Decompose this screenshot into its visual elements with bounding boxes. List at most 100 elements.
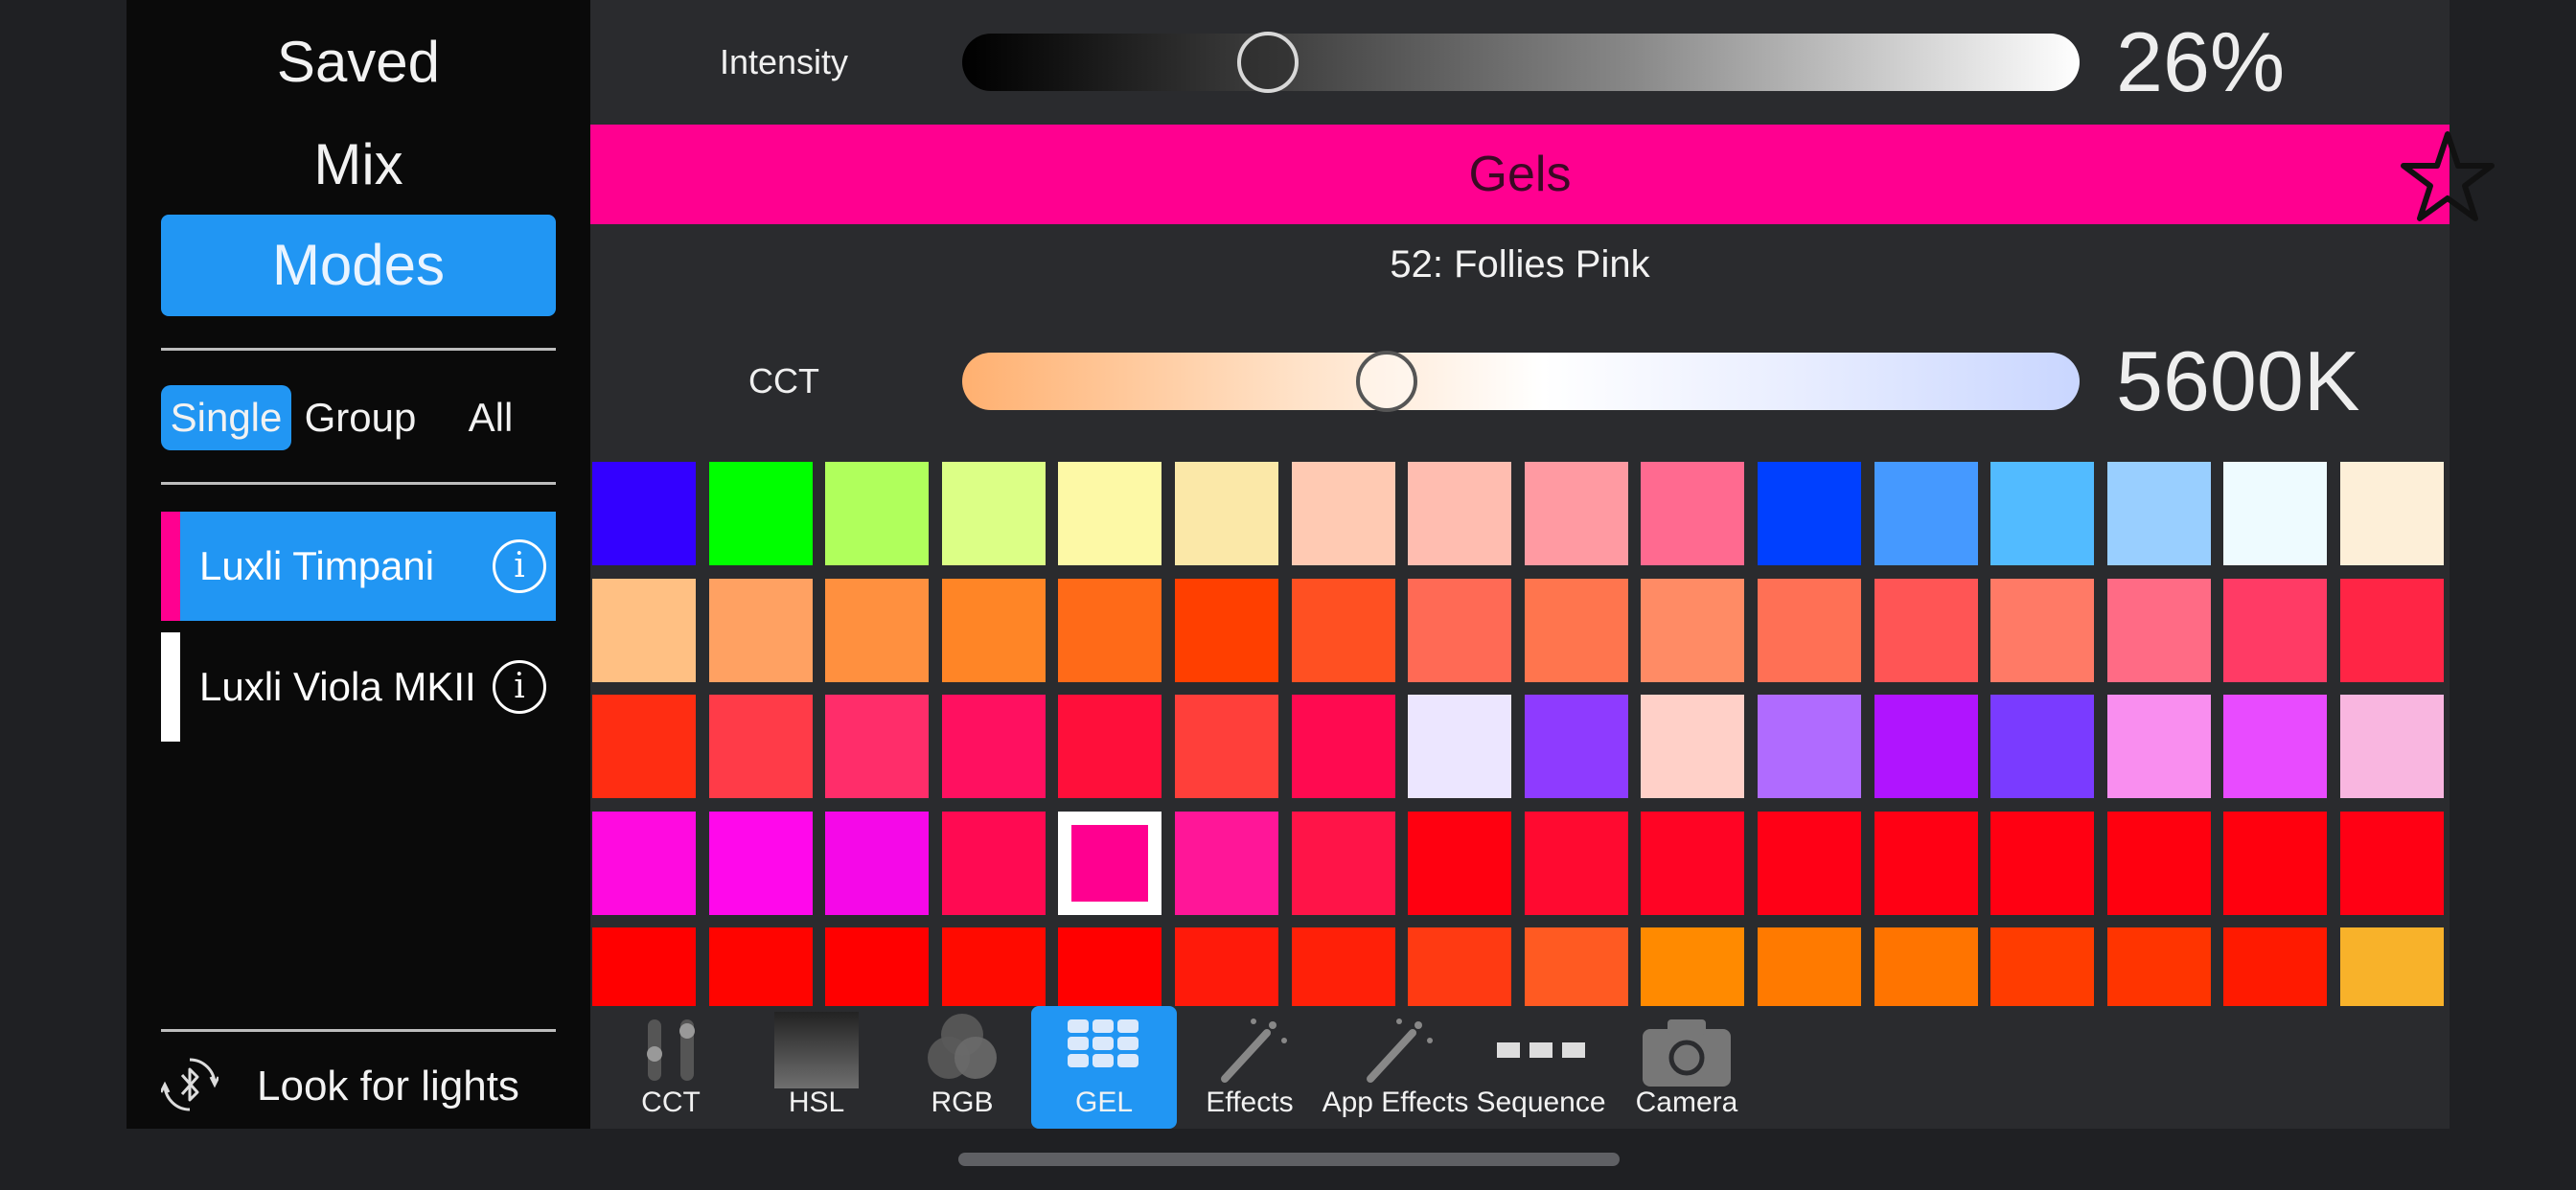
gel-swatch[interactable]: [2107, 579, 2211, 682]
gel-swatch[interactable]: [825, 579, 929, 682]
star-outline-icon[interactable]: [2400, 130, 2496, 222]
gel-swatch[interactable]: [942, 927, 1046, 1006]
gel-swatch[interactable]: [942, 462, 1046, 565]
light-item-luxli-timpani[interactable]: Luxli Timpani i: [161, 512, 556, 621]
gel-swatch[interactable]: [825, 695, 929, 798]
gel-swatch[interactable]: [2223, 579, 2327, 682]
gel-swatch[interactable]: [1990, 462, 2094, 565]
gel-swatch[interactable]: [1408, 695, 1511, 798]
cct-slider[interactable]: [962, 351, 2080, 412]
gel-swatch[interactable]: [2340, 927, 2444, 1006]
tool-app-effects[interactable]: App Effects: [1322, 1006, 1468, 1129]
gel-swatch[interactable]: [1292, 462, 1395, 565]
gel-swatch[interactable]: [825, 462, 929, 565]
gel-swatch-selected[interactable]: [1058, 812, 1162, 915]
gel-swatch[interactable]: [1874, 812, 1978, 915]
gel-swatch[interactable]: [709, 927, 813, 1006]
gel-swatch[interactable]: [1525, 927, 1628, 1006]
gel-swatch[interactable]: [1525, 579, 1628, 682]
gel-swatch[interactable]: [592, 812, 696, 915]
gel-swatch[interactable]: [709, 812, 813, 915]
gel-swatch[interactable]: [942, 695, 1046, 798]
gel-swatch[interactable]: [1058, 579, 1162, 682]
nav-mix[interactable]: Mix: [161, 114, 556, 216]
gel-swatch[interactable]: [1292, 927, 1395, 1006]
gel-swatch[interactable]: [1525, 812, 1628, 915]
gel-swatch[interactable]: [1175, 462, 1278, 565]
scope-all[interactable]: All: [426, 385, 556, 450]
gel-swatch[interactable]: [2107, 812, 2211, 915]
gel-swatch[interactable]: [1990, 695, 2094, 798]
info-icon[interactable]: i: [493, 660, 546, 714]
gel-swatch[interactable]: [1758, 695, 1861, 798]
cct-slider-knob[interactable]: [1356, 351, 1417, 412]
tool-gel[interactable]: GEL: [1031, 1006, 1177, 1129]
gel-swatch[interactable]: [592, 462, 696, 565]
gel-swatch[interactable]: [1874, 462, 1978, 565]
scope-single[interactable]: Single: [161, 385, 291, 450]
light-item-luxli-viola-mkii[interactable]: Luxli Viola MKII i: [161, 632, 556, 742]
scope-group[interactable]: Group: [295, 385, 426, 450]
gel-swatch[interactable]: [1175, 927, 1278, 1006]
gel-swatch[interactable]: [2107, 462, 2211, 565]
gel-swatch[interactable]: [1175, 812, 1278, 915]
gel-swatch[interactable]: [2340, 462, 2444, 565]
gel-swatch[interactable]: [942, 812, 1046, 915]
gel-swatch[interactable]: [825, 927, 929, 1006]
nav-modes[interactable]: Modes: [161, 215, 556, 316]
gel-swatch[interactable]: [825, 812, 929, 915]
look-for-lights-button[interactable]: Look for lights: [161, 1054, 556, 1119]
gel-swatch[interactable]: [1525, 695, 1628, 798]
gel-swatch[interactable]: [2223, 695, 2327, 798]
gel-swatch[interactable]: [2223, 462, 2327, 565]
gel-swatch[interactable]: [1874, 579, 1978, 682]
gel-swatch[interactable]: [2107, 695, 2211, 798]
tool-effects[interactable]: Effects: [1177, 1006, 1322, 1129]
gel-swatch[interactable]: [1175, 579, 1278, 682]
gel-swatch[interactable]: [709, 462, 813, 565]
gel-swatch[interactable]: [2107, 927, 2211, 1006]
gel-swatch[interactable]: [709, 579, 813, 682]
gel-swatch[interactable]: [1990, 812, 2094, 915]
tool-hsl[interactable]: HSL: [744, 1006, 889, 1129]
gel-swatch[interactable]: [2223, 927, 2327, 1006]
gel-swatch[interactable]: [592, 695, 696, 798]
gel-swatch[interactable]: [1990, 579, 2094, 682]
gel-swatch[interactable]: [1408, 927, 1511, 1006]
gel-swatch[interactable]: [1292, 579, 1395, 682]
gel-swatch[interactable]: [1641, 812, 1744, 915]
gel-swatch[interactable]: [1641, 462, 1744, 565]
gel-swatch[interactable]: [1058, 462, 1162, 565]
gel-swatch[interactable]: [2340, 695, 2444, 798]
gel-swatch[interactable]: [1641, 579, 1744, 682]
gel-swatch[interactable]: [1292, 695, 1395, 798]
intensity-slider-knob[interactable]: [1237, 32, 1299, 93]
tool-sequence[interactable]: Sequence: [1468, 1006, 1614, 1129]
gel-swatch[interactable]: [1408, 462, 1511, 565]
gel-swatch[interactable]: [592, 579, 696, 682]
gel-swatch[interactable]: [709, 695, 813, 798]
gel-swatch[interactable]: [1758, 927, 1861, 1006]
gel-swatch[interactable]: [1525, 462, 1628, 565]
gel-swatch[interactable]: [1990, 927, 2094, 1006]
gel-swatch[interactable]: [942, 579, 1046, 682]
intensity-slider[interactable]: [962, 32, 2080, 93]
gel-swatch[interactable]: [1292, 812, 1395, 915]
gel-swatch[interactable]: [1758, 579, 1861, 682]
gel-swatch[interactable]: [1874, 927, 1978, 1006]
gel-swatch[interactable]: [1175, 695, 1278, 798]
gel-swatch[interactable]: [1408, 579, 1511, 682]
info-icon[interactable]: i: [493, 539, 546, 593]
gel-swatch[interactable]: [1641, 695, 1744, 798]
gel-swatch[interactable]: [2340, 812, 2444, 915]
gel-swatch[interactable]: [1874, 695, 1978, 798]
gel-swatch[interactable]: [1758, 812, 1861, 915]
tool-cct[interactable]: CCT: [598, 1006, 744, 1129]
gel-swatch[interactable]: [1408, 812, 1511, 915]
gel-swatch[interactable]: [1058, 695, 1162, 798]
gel-swatch[interactable]: [1641, 927, 1744, 1006]
gel-swatch[interactable]: [2340, 579, 2444, 682]
tool-camera[interactable]: Camera: [1614, 1006, 1760, 1129]
nav-saved[interactable]: Saved: [161, 11, 556, 113]
gel-swatch[interactable]: [592, 927, 696, 1006]
